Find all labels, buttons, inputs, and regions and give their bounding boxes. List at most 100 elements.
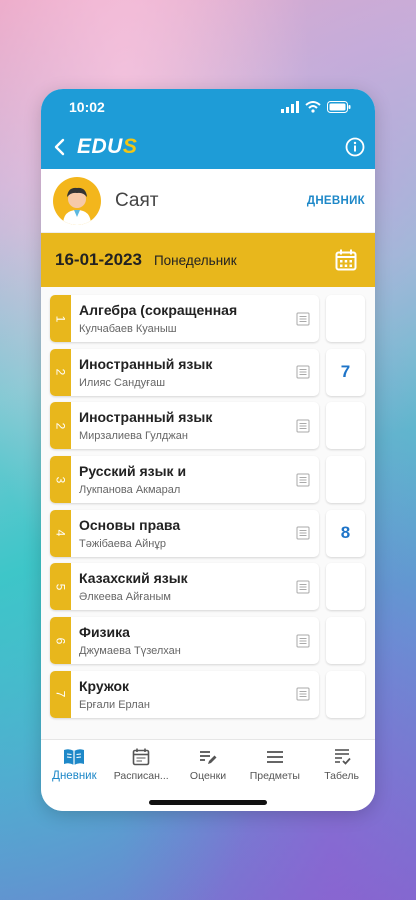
signal-icon [281, 101, 299, 113]
lesson-subject: Основы права [79, 516, 181, 533]
homework-icon[interactable] [287, 563, 319, 610]
status-icons [281, 101, 351, 113]
tab-label: Дневник [52, 770, 97, 782]
grade-cell[interactable] [326, 456, 365, 504]
lesson-subject: Казахский язык [79, 570, 188, 587]
lesson-card[interactable]: 7 Кружок Ерғали Ерлан [50, 670, 319, 718]
lesson-teacher: Мирзалиева Гулджан [79, 430, 188, 443]
tab-label: Предметы [249, 770, 300, 782]
back-arrow-icon[interactable] [53, 138, 65, 156]
logo-text-yellow: S [122, 135, 138, 158]
lesson-number: 7 [53, 690, 68, 698]
lesson-number: 1 [53, 315, 68, 322]
info-icon[interactable] [345, 137, 365, 157]
student-avatar-icon [63, 187, 91, 225]
lesson-row: 5 Казахский язык Әлкеева Айғаным [50, 563, 366, 611]
lesson-number: 6 [53, 637, 68, 644]
calendar-picker-icon[interactable] [335, 249, 357, 271]
lesson-card[interactable]: 4 Основы права Тәжібаева Айнұр [50, 509, 319, 557]
lesson-card[interactable]: 6 Физика Джумаева Түзелхан [50, 617, 319, 665]
tab-label: Табель [324, 770, 359, 782]
lesson-teacher: Илияс Сандуғаш [79, 376, 166, 389]
lesson-info: Алгебра (сокращенная Кулчабаев Куаныш [71, 295, 287, 342]
grade-cell[interactable] [326, 402, 365, 450]
lesson-teacher: Тәжібаева Айнұр [79, 537, 166, 550]
lesson-row: 2 Иностранный язык Мирзалиева Гулджан [50, 402, 366, 450]
lesson-row: 4 Основы права Тәжібаева Айнұр 8 [50, 509, 366, 557]
lesson-subject: Физика [79, 624, 130, 641]
lesson-number-strip: 2 [50, 402, 71, 450]
lesson-number: 2 [53, 422, 68, 430]
status-bar: 10:02 [41, 89, 375, 125]
homework-icon[interactable] [287, 510, 319, 557]
home-indicator[interactable] [149, 800, 267, 805]
lesson-info: Физика Джумаева Түзелхан [71, 617, 287, 664]
lesson-subject: Иностранный язык [79, 409, 213, 426]
wifi-icon [305, 101, 321, 113]
edus-logo: EDUS [77, 135, 137, 159]
lesson-card[interactable]: 5 Казахский язык Әлкеева Айғаным [50, 563, 319, 611]
date-bar: 16-01-2023 Понедельник [41, 233, 375, 287]
lesson-teacher: Ерғали Ерлан [79, 698, 150, 711]
homework-icon[interactable] [287, 456, 319, 503]
book-icon [64, 749, 85, 765]
grade-cell[interactable] [326, 670, 365, 718]
lesson-teacher: Лукпанова Акмарал [79, 484, 181, 497]
app-window: 10:02 EDUS Саят ДНЕВНИК 16-01-2023 Понед… [41, 89, 375, 811]
lesson-row: 6 Физика Джумаева Түзелхан [50, 617, 366, 665]
grade-cell[interactable]: 8 [326, 509, 365, 557]
lesson-number: 4 [53, 529, 68, 537]
homework-icon[interactable] [287, 671, 319, 718]
homework-icon[interactable] [287, 402, 319, 449]
profile-header: Саят ДНЕВНИК [41, 169, 375, 233]
lesson-subject: Алгебра (сокращенная [79, 302, 238, 318]
lesson-card[interactable]: 3 Русский язык и Лукпанова Акмарал [50, 456, 319, 504]
grade-cell[interactable]: 7 [326, 348, 365, 396]
lesson-subject: Иностранный язык [79, 355, 213, 372]
lesson-card[interactable]: 1 Алгебра (сокращенная Кулчабаев Куаныш [50, 295, 319, 342]
diary-link[interactable]: ДНЕВНИК [307, 195, 365, 207]
lesson-subject: Русский язык и [79, 463, 187, 480]
student-name: Саят [115, 189, 159, 211]
lesson-number: 3 [53, 476, 68, 483]
tab-diary[interactable]: Дневник [41, 740, 108, 811]
homework-icon[interactable] [287, 295, 319, 342]
lesson-card[interactable]: 2 Иностранный язык Мирзалиева Гулджан [50, 402, 319, 450]
lesson-number-strip: 4 [50, 509, 71, 557]
top-navigation-bar: EDUS [41, 125, 375, 169]
lesson-list: 1 Алгебра (сокращенная Кулчабаев Куаныш … [41, 287, 375, 739]
lesson-row: 3 Русский язык и Лукпанова Акмарал [50, 456, 366, 504]
lesson-card[interactable]: 2 Иностранный язык Илияс Сандуғаш [50, 348, 319, 396]
logo-text-white: EDU [77, 135, 123, 158]
nav-left: EDUS [53, 135, 137, 159]
lesson-info: Русский язык и Лукпанова Акмарал [71, 456, 287, 503]
grade-cell[interactable] [326, 563, 365, 611]
lesson-number-strip: 7 [50, 670, 71, 718]
lesson-number: 2 [53, 368, 68, 376]
homework-icon[interactable] [287, 617, 319, 664]
calendar-icon [132, 748, 150, 766]
lesson-teacher: Әлкеева Айғаным [79, 591, 171, 604]
grade-cell[interactable] [326, 617, 365, 665]
homework-icon[interactable] [287, 349, 319, 396]
lesson-teacher: Кулчабаев Куаныш [79, 323, 177, 335]
lesson-number-strip: 5 [50, 563, 71, 611]
edit-list-icon [199, 751, 217, 764]
lesson-info: Казахский язык Әлкеева Айғаным [71, 563, 287, 610]
lesson-number: 5 [53, 583, 68, 591]
tab-report[interactable]: Табель [308, 740, 375, 811]
lesson-info: Основы права Тәжібаева Айнұр [71, 510, 287, 557]
battery-icon [327, 101, 351, 113]
lesson-info: Иностранный язык Мирзалиева Гулджан [71, 402, 287, 449]
status-time: 10:02 [69, 99, 105, 115]
checklist-icon [334, 749, 351, 765]
selected-date: 16-01-2023 [55, 250, 142, 269]
lesson-number-strip: 2 [50, 348, 71, 396]
lesson-row: 7 Кружок Ерғали Ерлан [50, 670, 366, 718]
lesson-info: Иностранный язык Илияс Сандуғаш [71, 349, 287, 396]
lesson-row: 1 Алгебра (сокращенная Кулчабаев Куаныш [50, 295, 366, 342]
grade-cell[interactable] [326, 295, 365, 342]
menu-icon [266, 751, 283, 763]
avatar[interactable] [53, 176, 101, 225]
lesson-number-strip: 1 [50, 295, 71, 342]
